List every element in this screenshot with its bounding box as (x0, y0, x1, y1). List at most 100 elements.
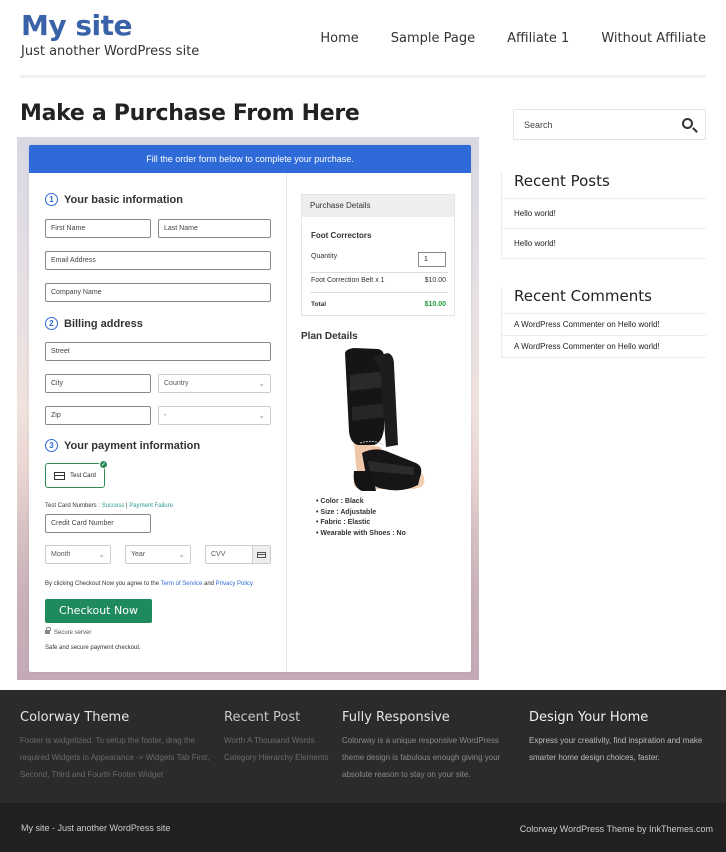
test-numbers-label: Test Card Numbers : (45, 503, 102, 509)
nav-item-affiliate-1[interactable]: Affiliate 1 (507, 31, 569, 46)
footer-col-title: Colorway Theme (20, 710, 130, 725)
site-footer: Colorway Theme Footer is widgetized. To … (0, 690, 726, 803)
product-name: Foot Correctors (311, 231, 372, 240)
recent-comment-item: A WordPress Commenter on Hello world! (502, 314, 706, 336)
cvv-placeholder: CVV (211, 551, 226, 558)
state-select[interactable]: - ⌄ (158, 406, 271, 425)
lock-icon (45, 627, 51, 634)
footer-col-recent-post: Recent Post Worth A Thousand Words Categ… (224, 710, 330, 766)
month-select-value: Month (51, 551, 71, 558)
payment-failure-link[interactable]: Payment Failure (129, 503, 173, 509)
first-name-field[interactable]: First Name (45, 219, 151, 238)
main-nav: Home Sample Page Affiliate 1 Without Aff… (288, 31, 706, 46)
city-field[interactable]: City (45, 374, 151, 393)
footer-col-design-home: Design Your Home Express your creativity… (529, 710, 719, 766)
email-field[interactable]: Email Address (45, 251, 271, 270)
footer-col-colorway: Colorway Theme Footer is widgetized. To … (20, 710, 214, 783)
recent-posts-widget: Recent Posts Hello world! Hello world! (501, 172, 706, 259)
order-form: Fill the order form below to complete yo… (29, 145, 471, 672)
feature-item: Wearable with Shoes : No (316, 530, 405, 541)
agreement-prefix: By clicking Checkout Now you agree to th… (45, 581, 161, 587)
total-label: Total (311, 301, 327, 308)
recent-comments-widget: Recent Comments A WordPress Commenter on… (501, 287, 706, 358)
search-input[interactable]: Search (513, 109, 706, 140)
zip-field[interactable]: Zip (45, 406, 151, 425)
agreement-and: and (202, 581, 216, 587)
footer-col-text: Colorway is a unique responsive WordPres… (342, 736, 501, 779)
line-item-name: Foot Correction Belt x 1 (311, 277, 385, 284)
chevron-down-icon: ⌄ (258, 379, 265, 388)
line-item-price: $10.00 (424, 277, 446, 284)
recent-comment-item: A WordPress Commenter on Hello world! (502, 336, 706, 358)
feature-item: Size : Adjustable (316, 509, 406, 520)
privacy-policy-link[interactable]: Privacy Policy (216, 581, 253, 587)
step-number: 2 (45, 317, 58, 330)
comment-author-link[interactable]: A WordPress Commenter (514, 342, 605, 351)
check-icon: ✓ (99, 460, 108, 469)
secure-server-label: Secure server (54, 630, 92, 636)
section-billing-address: 2 Billing address (45, 317, 143, 330)
nav-item-home[interactable]: Home (320, 31, 358, 46)
footer-bottom-bar: My site - Just another WordPress site Co… (0, 803, 726, 852)
section-title: Your basic information (64, 193, 183, 206)
plan-features-list: Color : Black Size : Adjustable Fabric :… (316, 498, 406, 541)
form-column-divider (286, 173, 287, 672)
test-card-option[interactable]: Test Card ✓ (45, 460, 108, 488)
divider (310, 272, 448, 273)
test-card-numbers: Test Card Numbers : Success | Payment Fa… (45, 503, 173, 509)
footer-site-credit[interactable]: My site - Just another WordPress site (21, 823, 170, 833)
divider (310, 292, 448, 293)
footer-col-text: Express your creativity, find inspiratio… (529, 736, 703, 762)
year-select[interactable]: Year ⌄ (125, 545, 191, 564)
footer-col-title: Recent Post (224, 710, 301, 725)
feature-item: Fabric : Elastic (316, 519, 406, 530)
quantity-input[interactable]: 1 (418, 252, 446, 267)
foot-corrector-product-image (345, 348, 425, 491)
search-placeholder: Search (524, 120, 553, 130)
nav-item-sample-page[interactable]: Sample Page (391, 31, 475, 46)
site-header: My site Just another WordPress site Home… (0, 0, 726, 78)
card-back-icon (252, 546, 270, 563)
comment-on: on (604, 320, 618, 329)
agreement-text: By clicking Checkout Now you agree to th… (45, 581, 253, 587)
purchase-details-header: Purchase Details (302, 195, 454, 217)
comment-post-link[interactable]: Hello world! (618, 320, 660, 329)
comment-author-link[interactable]: A WordPress Commenter (514, 320, 605, 329)
recent-post-link[interactable]: Hello world! (502, 199, 706, 229)
state-select-value: - (164, 412, 167, 419)
cvv-field[interactable]: CVV (205, 545, 271, 564)
month-select[interactable]: Month ⌄ (45, 545, 111, 564)
footer-col-text[interactable]: Worth A Thousand Words Category Hierarch… (224, 732, 330, 766)
quantity-label: Quantity (311, 253, 338, 260)
comment-post-link[interactable]: Hello world! (618, 342, 660, 351)
credit-card-icon (54, 471, 66, 480)
checkout-now-button[interactable]: Checkout Now (45, 599, 152, 623)
footer-col-responsive: Fully Responsive Colorway is a unique re… (342, 710, 518, 783)
header-divider (20, 75, 706, 78)
section-title: Your payment information (64, 439, 201, 452)
street-field[interactable]: Street (45, 342, 271, 361)
site-title[interactable]: My site (21, 9, 133, 42)
chevron-down-icon: ⌄ (98, 550, 105, 559)
credit-card-number-field[interactable]: Credit Card Number (45, 514, 151, 533)
recent-post-link[interactable]: Hello world! (502, 229, 706, 259)
secure-server-note: Secure server (45, 627, 92, 636)
search-icon[interactable] (682, 118, 693, 129)
success-link[interactable]: Success (102, 503, 125, 509)
site-tagline: Just another WordPress site (21, 44, 200, 59)
company-name-field[interactable]: Company Name (45, 283, 271, 302)
terms-of-service-link[interactable]: Term of Service (161, 581, 203, 587)
country-select[interactable]: Country ⌄ (158, 374, 271, 393)
feature-item: Color : Black (316, 498, 406, 509)
footer-theme-credit[interactable]: Colorway WordPress Theme by InkThemes.co… (520, 824, 713, 834)
last-name-field[interactable]: Last Name (158, 219, 271, 238)
nav-item-without-affiliate[interactable]: Without Affiliate (601, 31, 706, 46)
page-title: Make a Purchase From Here (20, 101, 360, 126)
recent-comments-title: Recent Comments (502, 287, 706, 314)
year-select-value: Year (131, 551, 146, 558)
section-payment-info: 3 Your payment information (45, 439, 200, 452)
test-card-label: Test Card (70, 472, 96, 479)
chevron-down-icon: ⌄ (178, 550, 185, 559)
footer-col-title: Design Your Home (529, 710, 649, 725)
form-banner: Fill the order form below to complete yo… (29, 145, 471, 173)
